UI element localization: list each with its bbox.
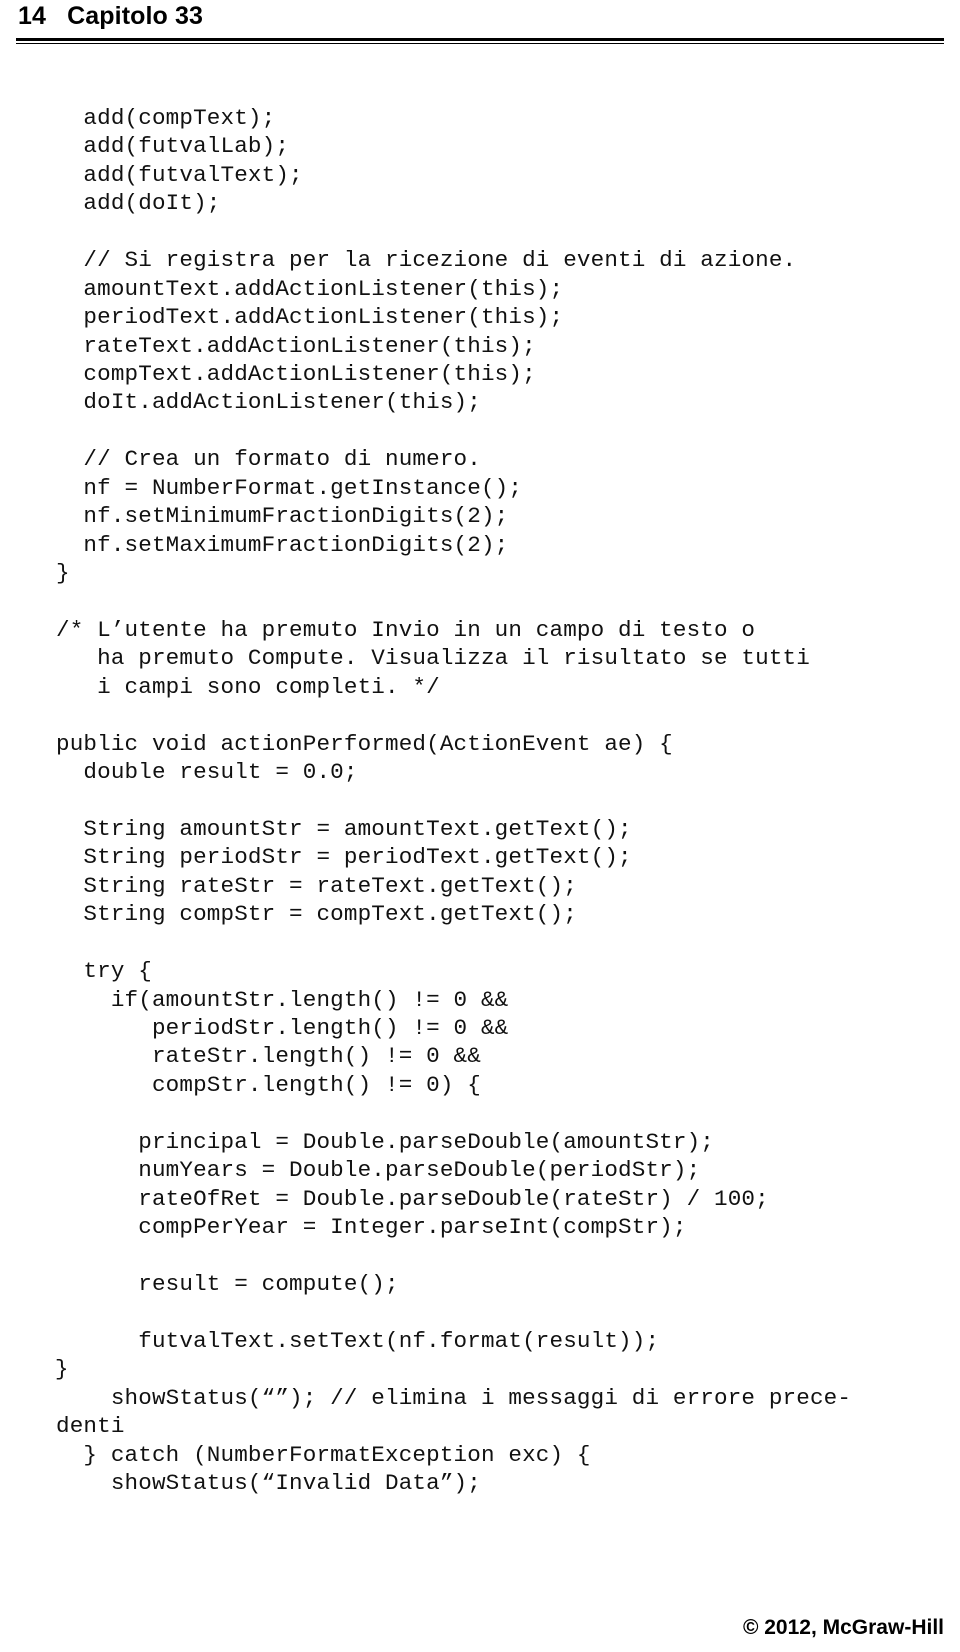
code-line: /* L’utente ha premuto Invio in un campo… — [56, 616, 756, 643]
code-line: nf = NumberFormat.getInstance(); — [56, 474, 523, 501]
code-line: try { — [56, 958, 152, 985]
code-line: ha premuto Compute. Visualizza il risult… — [56, 645, 810, 672]
code-line: amountText.addActionListener(this); — [56, 275, 564, 302]
code-line: } catch (NumberFormatException exc) { — [56, 1441, 591, 1468]
code-line: rateStr.length() != 0 && — [56, 1043, 481, 1070]
code-line: rateOfRet = Double.parseDouble(rateStr) … — [56, 1185, 769, 1212]
code-line: // Crea un formato di numero. — [56, 446, 481, 473]
code-line: String periodStr = periodText.getText(); — [56, 844, 632, 871]
code-line: showStatus(“Invalid Data”); — [56, 1470, 481, 1496]
code-line: principal = Double.parseDouble(amountStr… — [56, 1128, 715, 1155]
code-line: numYears = Double.parseDouble(periodStr)… — [56, 1157, 701, 1184]
header-rule-thin — [16, 43, 944, 44]
document-page: 14 Capitolo 33 add(compText); add(futval… — [0, 0, 960, 1652]
code-line: // Si registra per la ricezione di event… — [56, 247, 797, 274]
code-line: add(compText); — [56, 105, 276, 131]
code-line: } — [56, 560, 70, 586]
running-header: 14 Capitolo 33 — [0, 0, 960, 46]
code-line: if(amountStr.length() != 0 && — [56, 986, 509, 1013]
code-line: nf.setMinimumFractionDigits(2); — [56, 503, 509, 530]
code-line: periodText.addActionListener(this); — [56, 304, 564, 331]
code-line: denti — [56, 1413, 125, 1440]
code-line: rateText.addActionListener(this); — [56, 332, 536, 359]
code-line: } — [0, 1356, 69, 1383]
code-line: i campi sono completi. */ — [56, 673, 440, 700]
code-line: compStr.length() != 0) { — [56, 1071, 481, 1098]
code-line: showStatus(“”); // elimina i messaggi di… — [56, 1384, 852, 1411]
code-line: String rateStr = rateText.getText(); — [56, 872, 577, 899]
code-line: public void actionPerformed(ActionEvent … — [56, 730, 673, 757]
code-line: compText.addActionListener(this); — [56, 360, 536, 387]
code-line: periodStr.length() != 0 && — [56, 1015, 509, 1041]
code-listing: add(compText); add(futvalLab); add(futva… — [0, 104, 960, 1497]
code-line: String compStr = compText.getText(); — [56, 901, 577, 928]
code-line: futvalText.setText(nf.format(result)); — [56, 1327, 660, 1354]
code-line: add(doIt); — [56, 190, 221, 217]
code-line: nf.setMaximumFractionDigits(2); — [56, 531, 509, 558]
footer-copyright: © 2012, McGraw-Hill — [742, 1616, 944, 1639]
code-line: double result = 0.0; — [56, 759, 358, 786]
header-rule-thick — [16, 38, 944, 41]
code-line: compPerYear = Integer.parseInt(compStr); — [56, 1214, 687, 1241]
code-line: result = compute(); — [56, 1270, 399, 1297]
code-line: String amountStr = amountText.getText(); — [56, 815, 632, 842]
code-line: doIt.addActionListener(this); — [56, 389, 481, 416]
code-line: add(futvalText); — [56, 161, 303, 188]
running-header-text: 14 Capitolo 33 — [18, 2, 203, 30]
code-line: add(futvalLab); — [56, 133, 290, 160]
